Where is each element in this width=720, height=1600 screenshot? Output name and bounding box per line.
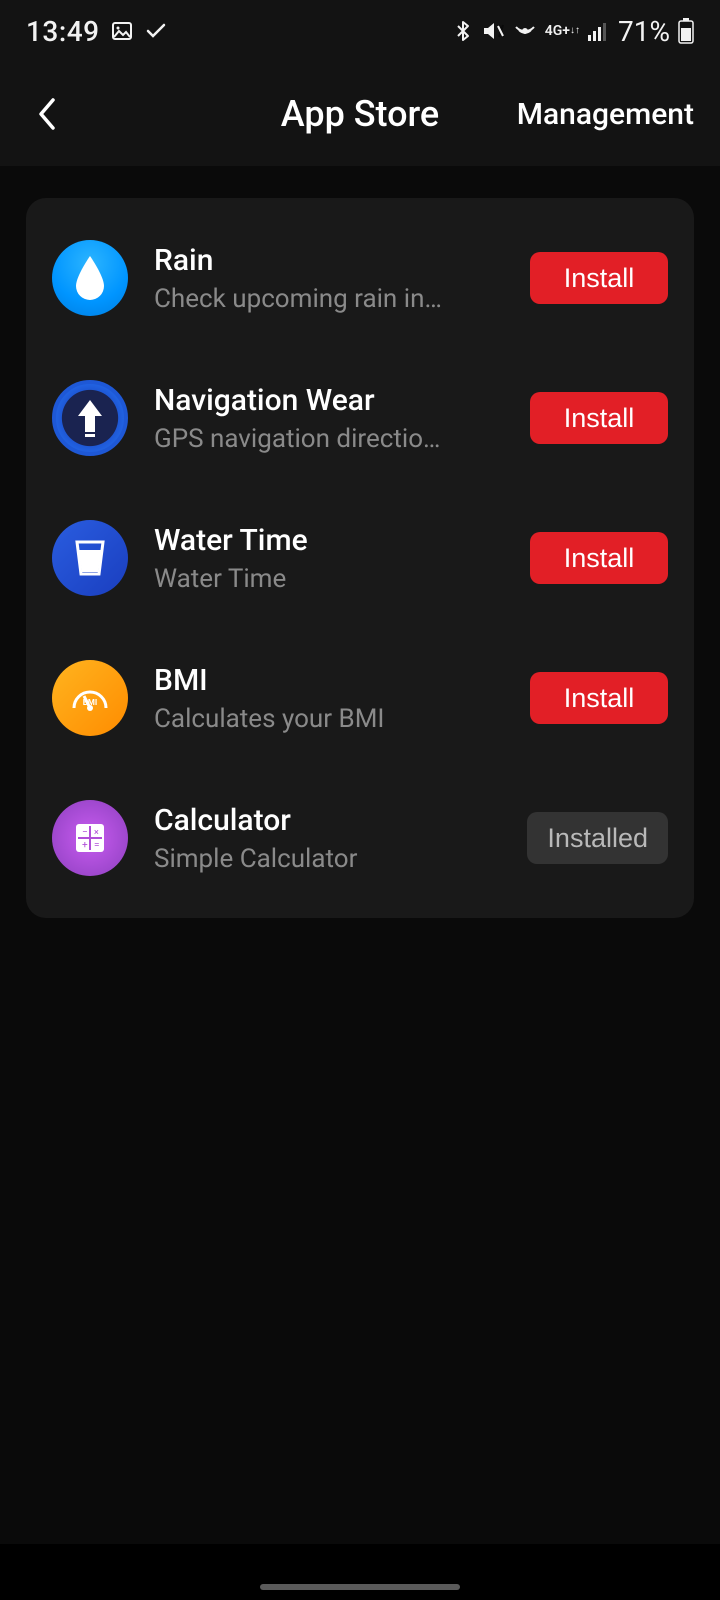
gesture-handle[interactable] — [260, 1584, 460, 1590]
app-row-calculator[interactable]: −× + = Calculator Simple Calculator Instal… — [26, 768, 694, 908]
app-description: Water Time — [154, 564, 444, 594]
app-info: BMI Calculates your BMI — [154, 663, 504, 734]
status-right: 4G+↓↑ 71% — [453, 15, 694, 48]
svg-text:=: = — [94, 840, 100, 851]
app-list: Rain Check upcoming rain in a … Install … — [26, 198, 694, 918]
app-header: App Store Management — [0, 62, 720, 166]
bluetooth-icon — [453, 19, 473, 43]
app-name: Water Time — [154, 523, 504, 558]
droplet-icon — [70, 254, 110, 302]
svg-text:+: + — [82, 840, 88, 851]
svg-text:×: × — [94, 828, 99, 838]
install-button[interactable]: Install — [530, 252, 668, 304]
app-info: Rain Check upcoming rain in a … — [154, 243, 504, 314]
app-info: Navigation Wear GPS navigation direction… — [154, 383, 504, 454]
app-info: Water Time Water Time — [154, 523, 504, 594]
app-name: Calculator — [154, 803, 501, 838]
status-bar: 13:49 4G+↓↑ 71% — [0, 0, 720, 62]
app-row-bmi[interactable]: BMI BMI Calculates your BMI Install — [26, 628, 694, 768]
arrow-up-icon — [72, 396, 108, 440]
checkmark-icon — [144, 19, 168, 43]
install-button[interactable]: Install — [530, 392, 668, 444]
clock: 13:49 — [26, 15, 100, 48]
battery-icon — [678, 18, 694, 44]
water-app-icon — [52, 520, 128, 596]
app-row-rain[interactable]: Rain Check upcoming rain in a … Install — [26, 208, 694, 348]
signal-icon — [588, 21, 610, 41]
app-info: Calculator Simple Calculator — [154, 803, 501, 874]
installed-label: Installed — [527, 812, 668, 864]
management-link[interactable]: Management — [517, 97, 694, 132]
app-description: GPS navigation directions … — [154, 424, 444, 454]
app-description: Simple Calculator — [154, 844, 444, 874]
nav-bar-area — [0, 1544, 720, 1600]
app-name: BMI — [154, 663, 504, 698]
image-icon — [110, 19, 134, 43]
bmi-app-icon: BMI — [52, 660, 128, 736]
battery-percent: 71% — [618, 15, 670, 48]
app-name: Navigation Wear — [154, 383, 504, 418]
svg-text:−: − — [82, 827, 88, 838]
svg-text:BMI: BMI — [83, 698, 97, 707]
chevron-left-icon — [35, 96, 57, 132]
install-button[interactable]: Install — [530, 532, 668, 584]
rain-app-icon — [52, 240, 128, 316]
network-4g-icon: 4G+↓↑ — [545, 24, 580, 38]
install-button[interactable]: Install — [530, 672, 668, 724]
page-title: App Store — [281, 93, 439, 135]
back-button[interactable] — [26, 94, 66, 134]
calculator-icon: −× + = — [70, 818, 110, 858]
app-description: Calculates your BMI — [154, 704, 444, 734]
app-description: Check upcoming rain in a … — [154, 284, 444, 314]
gauge-icon: BMI — [66, 674, 114, 722]
navigation-app-icon — [52, 380, 128, 456]
mute-icon — [481, 19, 505, 43]
glass-icon — [73, 538, 107, 578]
app-row-navigation-wear[interactable]: Navigation Wear GPS navigation direction… — [26, 348, 694, 488]
status-left: 13:49 — [26, 15, 168, 48]
app-name: Rain — [154, 243, 504, 278]
calculator-app-icon: −× + = — [52, 800, 128, 876]
app-row-water-time[interactable]: Water Time Water Time Install — [26, 488, 694, 628]
hotspot-icon — [513, 19, 537, 43]
